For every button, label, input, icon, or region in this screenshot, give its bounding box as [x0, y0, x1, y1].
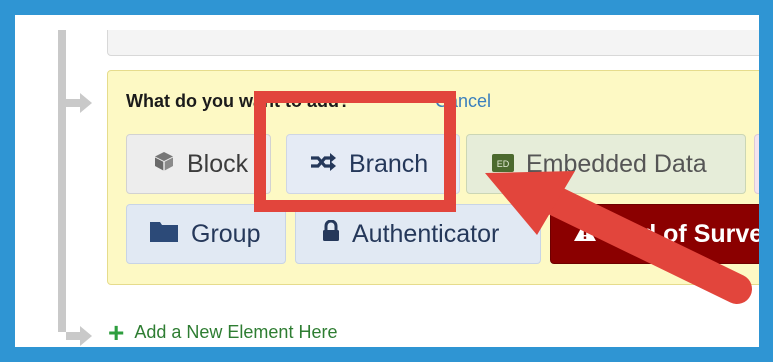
flow-connector-stub	[66, 332, 80, 340]
add-new-element-link[interactable]: + Add a New Element Here	[108, 316, 338, 348]
add-new-element-label: Add a New Element Here	[134, 322, 338, 342]
flow-connector-stub	[66, 99, 80, 107]
screenshot-frame: What do you want to add? Cancel Block Br…	[0, 0, 773, 362]
block-button[interactable]: Block	[126, 134, 271, 194]
flow-arrow-icon	[80, 93, 92, 113]
folder-icon	[149, 219, 179, 250]
block-button-label: Block	[187, 149, 249, 178]
previous-flow-element[interactable]	[107, 30, 759, 56]
lock-icon	[322, 219, 340, 249]
plus-icon: +	[108, 316, 125, 348]
annotation-arrow-icon	[485, 171, 752, 304]
flow-arrow-icon	[80, 326, 92, 346]
cube-icon	[153, 150, 175, 179]
highlight-box	[254, 91, 456, 212]
group-button-label: Group	[191, 219, 261, 248]
group-button[interactable]: Group	[126, 204, 286, 264]
flow-connector-line	[58, 30, 66, 332]
